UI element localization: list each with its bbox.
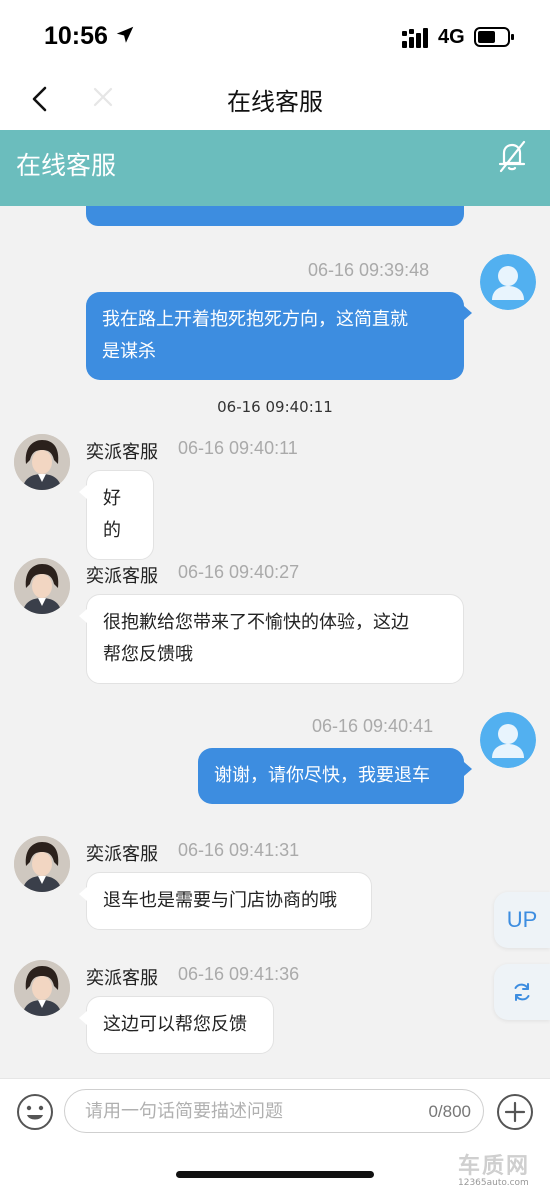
message-timestamp: 06-16 09:41:31 [178,840,300,860]
page-title: 在线客服 [227,88,323,116]
previous-message-bubble [86,206,464,226]
char-count: 0/800 [428,1102,471,1121]
message-input-box[interactable]: 0/800 [64,1089,484,1133]
message-bubble-outgoing: 谢谢，请你尽快，我要退车 [198,748,472,804]
user-avatar-icon [480,712,536,768]
agent-avatar [14,960,70,1016]
agent-name: 奕派客服 [86,566,158,587]
message-input[interactable] [85,1098,405,1124]
message-text: 这边可以帮您反馈 [103,1014,247,1035]
bell-off-icon[interactable] [494,138,530,174]
agent-name: 奕派客服 [86,844,158,865]
status-time: 10:56 [44,22,108,50]
message-text: 是谋杀 [102,341,156,362]
status-bar: 10:56 4G [0,0,550,70]
message-bubble-outgoing: 我在路上开着抱死抱死方向，这简直就 是谋杀 [86,292,472,380]
agent-name: 奕派客服 [86,442,158,463]
watermark-site: 12365auto.com [458,1178,529,1188]
message-timestamp: 06-16 09:40:41 [312,716,434,736]
system-time: 06-16 09:40:11 [217,398,333,416]
message-timestamp: 06-16 09:39:48 [308,260,430,280]
watermark-logo: 车质网 12365auto.com [458,1148,550,1190]
chat-header: 在线客服 [0,130,550,206]
emoji-icon[interactable] [16,1093,54,1131]
message-text: 我在路上开着抱死抱死方向，这简直就 [102,309,408,330]
message-text: 很抱歉给您带来了不愉快的体验，这边 [103,612,409,633]
watermark-brand: 车质网 [458,1154,531,1179]
message-text: 帮您反馈哦 [103,644,193,665]
message-text: 好的 [103,488,121,541]
agent-avatar [14,558,70,614]
network-type: 4G [438,26,465,48]
home-indicator [176,1171,374,1178]
message-text: 谢谢，请你尽快，我要退车 [214,765,430,786]
battery-icon [474,27,514,47]
refresh-icon [514,983,530,1001]
signal-icon [402,28,428,48]
message-bubble-incoming: 退车也是需要与门店协商的哦 [79,872,372,930]
agent-avatar [14,434,70,490]
message-bubble-incoming: 好的 [79,470,154,560]
message-bubble-incoming: 这边可以帮您反馈 [79,996,274,1054]
scroll-up-button[interactable]: UP [494,892,550,948]
message-timestamp: 06-16 09:40:11 [178,438,298,458]
agent-avatar [14,836,70,892]
agent-name: 奕派客服 [86,968,158,989]
chat-header-title: 在线客服 [16,151,117,180]
message-text: 退车也是需要与门店协商的哦 [103,890,337,911]
message-timestamp: 06-16 09:41:36 [178,964,300,984]
chat-area[interactable]: 06-16 09:39:48 我在路上开着抱死抱死方向，这简直就 是谋杀 06-… [0,206,550,1078]
refresh-button[interactable] [494,964,550,1020]
plus-icon[interactable] [496,1093,534,1131]
message-bubble-incoming: 很抱歉给您带来了不愉快的体验，这边 帮您反馈哦 [79,594,464,684]
nav-bar: 在线客服 [0,70,550,130]
user-avatar-icon [480,254,536,310]
message-timestamp: 06-16 09:40:27 [178,562,300,582]
location-arrow-icon [116,26,134,43]
